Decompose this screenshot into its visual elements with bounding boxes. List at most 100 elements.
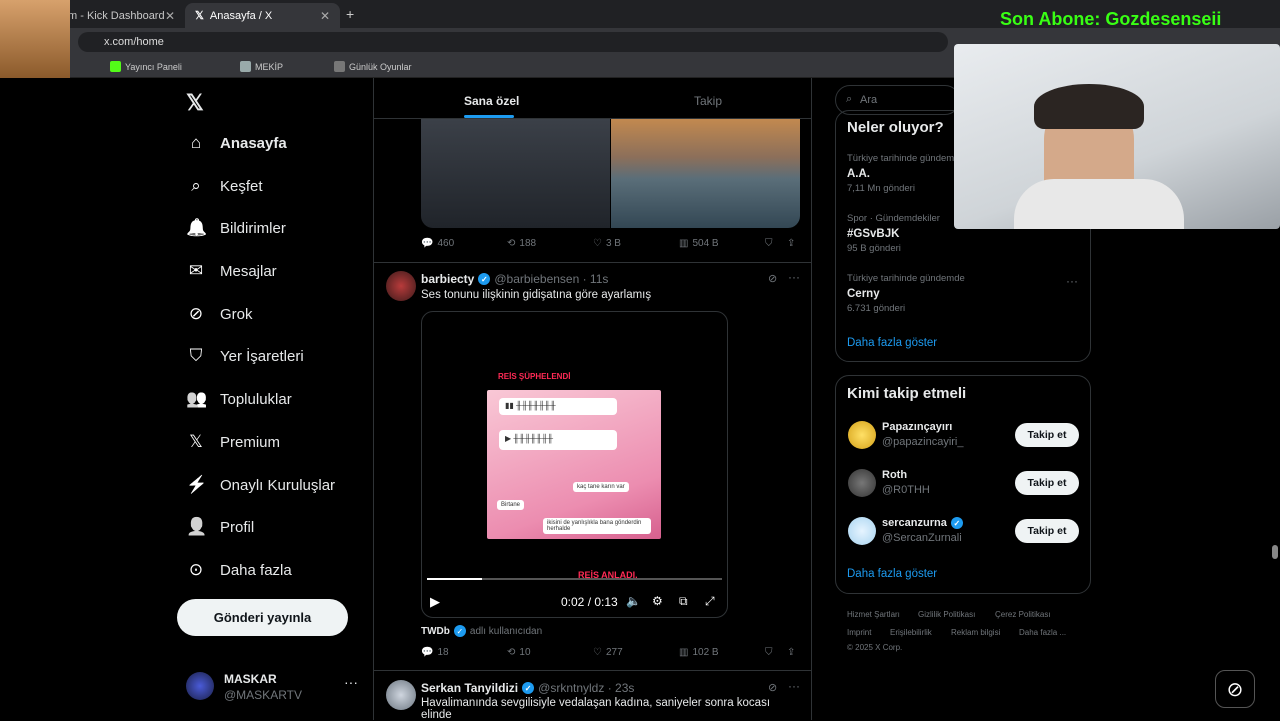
- avatar[interactable]: [386, 271, 416, 301]
- share-icon[interactable]: ⇪: [787, 647, 795, 658]
- nav-item-label: Topluluklar: [220, 390, 292, 408]
- bell-icon: 🔔: [186, 218, 208, 237]
- nav-item-label: Daha fazla: [220, 561, 292, 579]
- grok-icon[interactable]: ⊘: [768, 272, 777, 285]
- x-logo-icon[interactable]: 𝕏: [186, 90, 204, 116]
- nav-item-label: Anasayfa: [220, 134, 287, 152]
- suggested-user-name[interactable]: Roth: [882, 469, 907, 481]
- repost-button[interactable]: ⟲ 188: [507, 238, 536, 249]
- nav-item-2[interactable]: ⌕ Keşfet: [186, 176, 263, 196]
- more-dots-icon[interactable]: ···: [788, 270, 800, 284]
- bookmark-item[interactable]: MEKİP: [240, 61, 283, 72]
- stream-overlay-banner: Son Abone: Gozdesenseii: [1000, 9, 1222, 29]
- footer-link[interactable]: Imprint: [847, 628, 871, 637]
- nav-item-label: Mesajlar: [220, 262, 277, 280]
- webcam-hair: [1034, 84, 1144, 129]
- scrollbar-thumb[interactable]: [1272, 545, 1278, 559]
- fullscreen-icon[interactable]: ⤢: [705, 594, 715, 609]
- follow-button[interactable]: Takip et: [1015, 471, 1079, 495]
- more-dots-icon[interactable]: ···: [344, 674, 358, 690]
- nav-item-9[interactable]: ⚡ Onaylı Kuruluşlar: [186, 475, 335, 495]
- suggested-user-name[interactable]: Papazınçayırı: [882, 421, 952, 433]
- bookmark-icon[interactable]: ⛉: [765, 238, 773, 249]
- pip-icon[interactable]: ⧉: [679, 594, 688, 609]
- bookmark-icon[interactable]: ⛉: [765, 647, 773, 658]
- post-button[interactable]: Gönderi yayınla: [177, 599, 348, 636]
- repost-button[interactable]: ⟲ 10: [507, 647, 531, 658]
- video-source[interactable]: TWDb ✓ adlı kullanıcıdan: [421, 625, 542, 637]
- voice-message: ▮▮ ╫╫╫╫╫╫╫: [499, 398, 617, 415]
- play-icon[interactable]: ▶: [430, 594, 440, 610]
- close-tab-icon[interactable]: ✕: [165, 9, 175, 23]
- follow-button[interactable]: Takip et: [1015, 423, 1079, 447]
- trend-meta: Türkiye tarihinde gündemde: [847, 273, 965, 284]
- more-dots-icon[interactable]: ···: [1066, 274, 1078, 288]
- bookmark-item[interactable]: Günlük Oyunlar: [334, 61, 412, 72]
- footer-link[interactable]: Hizmet Şartları: [847, 610, 900, 619]
- tweet-author[interactable]: Serkan Tanyildizi ✓ @srkntnyldz · 23s: [421, 681, 634, 695]
- nav-item-4[interactable]: ✉ Mesajlar: [186, 261, 277, 281]
- suggested-user-name[interactable]: sercanzurna ✓: [882, 517, 963, 529]
- footer-link[interactable]: Erişilebilirlik: [890, 628, 932, 637]
- new-tab-icon[interactable]: +: [346, 6, 354, 22]
- avatar[interactable]: [848, 469, 876, 497]
- suggested-user-handle: @papazincayiri_: [882, 436, 964, 448]
- folder-icon: [334, 61, 345, 72]
- tweet-author[interactable]: barbiecty ✓ @barbiebensen · 11s: [421, 272, 608, 286]
- grok-icon: ⊘: [1226, 678, 1244, 701]
- settings-icon[interactable]: ⚙: [652, 594, 663, 608]
- url-field[interactable]: x.com/home: [78, 32, 948, 52]
- nav-item-8[interactable]: 𝕏 Premium: [186, 432, 280, 452]
- grok-icon[interactable]: ⊘: [768, 681, 777, 694]
- nav-item-label: Yer İşaretleri: [220, 347, 304, 365]
- nav-item-6[interactable]: ⛉ Yer İşaretleri: [186, 346, 304, 366]
- like-button[interactable]: ♡ 277: [593, 647, 623, 658]
- footer-link[interactable]: Reklam bilgisi: [951, 628, 1000, 637]
- suggested-user-handle: @R0THH: [882, 484, 930, 496]
- trend-name[interactable]: #GSvBJK: [847, 228, 899, 240]
- active-tab-indicator: [464, 115, 514, 118]
- feed-tabs: Sana özel Takip: [374, 78, 811, 119]
- trend-name[interactable]: A.A.: [847, 168, 870, 180]
- account-switcher[interactable]: MASKAR @MASKARTV ···: [186, 670, 366, 706]
- share-icon[interactable]: ⇪: [787, 238, 795, 249]
- nav-item-11[interactable]: ⊙ Daha fazla: [186, 560, 292, 580]
- nav-item-label: Onaylı Kuruluşlar: [220, 476, 336, 494]
- volume-icon[interactable]: 🔈: [626, 594, 641, 608]
- avatar[interactable]: [848, 517, 876, 545]
- trend-meta: Spor · Gündemdekiler: [847, 213, 940, 224]
- follow-button[interactable]: Takip et: [1015, 519, 1079, 543]
- avatar[interactable]: [848, 421, 876, 449]
- nav-item-10[interactable]: 👤 Profil: [186, 517, 254, 537]
- more-dots-icon[interactable]: ···: [788, 679, 800, 693]
- footer-link[interactable]: Daha fazla ...: [1019, 628, 1066, 637]
- footer-link[interactable]: Çerez Politikası: [995, 610, 1051, 619]
- nav-item-1[interactable]: ⌂ Anasayfa: [186, 133, 287, 153]
- footer-link[interactable]: Gizlilik Politikası: [918, 610, 975, 619]
- browser-tab-x[interactable]: 𝕏 Anasayfa / X ✕: [185, 3, 340, 28]
- reply-button[interactable]: 💬 18: [421, 647, 449, 658]
- avatar[interactable]: [386, 680, 416, 710]
- tab-following[interactable]: Takip: [694, 94, 722, 108]
- like-button[interactable]: ♡ 3 B: [593, 238, 621, 249]
- grok-floating-button[interactable]: ⊘: [1215, 670, 1255, 708]
- verified-badge-icon: ✓: [478, 273, 491, 285]
- tweet-image[interactable]: [421, 119, 610, 228]
- bookmark-item[interactable]: Yayıncı Paneli: [110, 61, 182, 72]
- trend-name[interactable]: Cerny: [847, 288, 880, 300]
- close-tab-icon[interactable]: ✕: [320, 9, 330, 23]
- nav-item-label: Premium: [220, 433, 281, 451]
- more-circle-icon: ⊙: [188, 560, 204, 579]
- nav-item-7[interactable]: 👥 Topluluklar: [186, 389, 292, 409]
- tab-for-you[interactable]: Sana özel: [464, 94, 519, 108]
- nav-item-5[interactable]: ⊘ Grok: [186, 304, 253, 324]
- nav-item-label: Keşfet: [220, 177, 263, 195]
- kick-icon: [110, 61, 121, 72]
- views-button[interactable]: ▥ 102 B: [679, 647, 719, 658]
- show-more-trends-link[interactable]: Daha fazla göster: [847, 337, 937, 349]
- tweet-image[interactable]: [611, 119, 800, 228]
- show-more-follow-link[interactable]: Daha fazla göster: [847, 568, 937, 580]
- nav-item-3[interactable]: 🔔 Bildirimler: [186, 218, 286, 238]
- views-button[interactable]: ▥ 504 B: [679, 238, 719, 249]
- reply-button[interactable]: 💬 460: [421, 238, 454, 249]
